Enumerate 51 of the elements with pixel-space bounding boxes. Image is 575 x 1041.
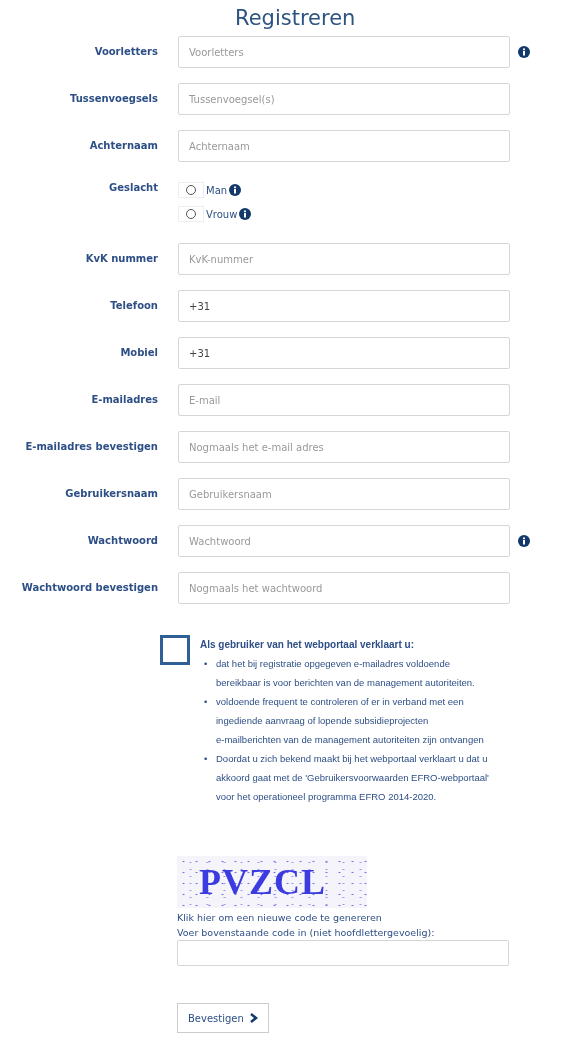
submit-button[interactable]: Bevestigen: [177, 1003, 269, 1033]
field-label: Voorletters: [93, 45, 158, 57]
field-label: E-mailadres bevestigen: [24, 440, 158, 452]
input-field[interactable]: Voorletters: [178, 36, 510, 68]
field-label: Achternaam: [88, 139, 158, 151]
field-label: Telefoon: [109, 299, 158, 311]
field-label: Wachtwoord: [86, 534, 158, 546]
input-field[interactable]: Wachtwoord: [178, 525, 510, 557]
info-icon[interactable]: [239, 208, 252, 220]
input-field[interactable]: KvK-nummer: [178, 243, 510, 275]
agreement-heading: Als gebruiker van het webportaal verklaart u:: [200, 638, 414, 652]
field-label: E-mailadres: [90, 393, 158, 405]
agreement-text: Doordat u zich bekend maakt bij het webportaal verklaart u dat u: [216, 752, 488, 766]
bullet-mark: •: [203, 752, 209, 766]
input-field[interactable]: Nogmaals het e-mail adres: [178, 431, 510, 463]
new-code-link[interactable]: Klik hier om een nieuwe code te genereren: [177, 912, 382, 923]
checkbox[interactable]: [160, 635, 190, 665]
agreement-text: voor het operationeel programma EFRO 2014-2020.: [216, 790, 437, 804]
field-label: Mobiel: [119, 346, 158, 358]
field-label: Wachtwoord bevestigen: [20, 581, 158, 593]
radio-button[interactable]: [186, 209, 196, 219]
input-field[interactable]: +31: [178, 290, 510, 322]
radio-label: Man: [206, 184, 228, 196]
page-title: Registreren: [234, 6, 356, 30]
field-label: Tussenvoegsels: [68, 92, 158, 104]
input-field[interactable]: E-mail: [178, 384, 510, 416]
info-icon[interactable]: [518, 46, 530, 58]
agreement-text: e-mailberichten van de management autoriteiten zijn ontvangen: [216, 733, 484, 747]
input-field[interactable]: +31: [178, 337, 510, 369]
input-field[interactable]: Tussenvoegsel(s): [178, 83, 510, 115]
captcha-code: PVZCL: [198, 861, 326, 903]
input-field[interactable]: Nogmaals het wachtwoord: [178, 572, 510, 604]
code-label: Voer bovenstaande code in (niet hoofdlettergevoelig):: [177, 927, 435, 938]
agreement-text: dat het bij registratie opgegeven e-mailadres voldoende: [216, 657, 450, 671]
field-label: Gebruikersnaam: [64, 487, 158, 499]
radio-button[interactable]: [186, 185, 196, 195]
agreement-text: bereikbaar is voor berichten van de management autoriteiten.: [216, 676, 475, 690]
bullet-mark: •: [203, 695, 209, 709]
agreement-text: ingediende aanvraag of lopende subsidieprojecten: [216, 714, 429, 728]
bullet-mark: •: [203, 657, 209, 671]
radio-label: Vrouw: [206, 208, 238, 220]
input-field[interactable]: Gebruikersnaam: [178, 478, 510, 510]
agreement-text: akkoord gaat met de 'Gebruikersvoorwaarden EFRO-webportaal': [216, 771, 489, 785]
info-icon[interactable]: [229, 184, 242, 196]
input-field[interactable]: [177, 940, 509, 966]
input-field[interactable]: Achternaam: [178, 130, 510, 162]
info-icon[interactable]: [518, 535, 530, 547]
field-label: Geslacht: [108, 181, 158, 193]
chevron-right-icon: [249, 1013, 258, 1023]
agreement-text: voldoende frequent te controleren of er in verband met een: [216, 695, 464, 709]
field-label: KvK nummer: [84, 252, 158, 264]
